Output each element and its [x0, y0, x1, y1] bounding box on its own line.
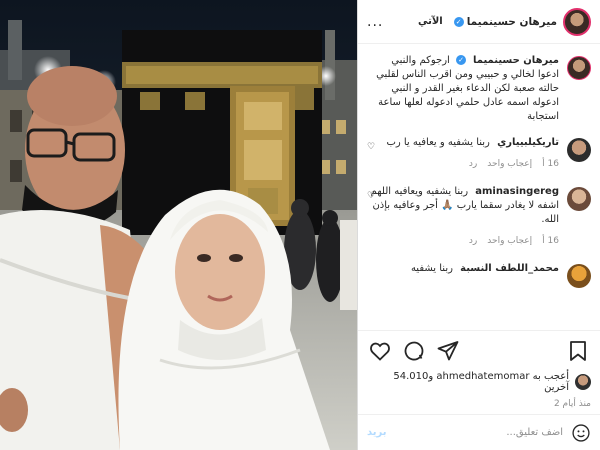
- add-comment-bar: بريد: [358, 414, 600, 450]
- comment-heart-icon[interactable]: ♡: [367, 142, 375, 152]
- comment-text: ربنا يشفيه و يعافيه يا رب: [386, 137, 490, 148]
- liker-avatar: [575, 374, 591, 390]
- comments-list[interactable]: ميرهان حسينميما✓ ارجوكم والنبي ادعوا لخا…: [358, 44, 600, 324]
- caption-row: ميرهان حسينميما✓ ارجوكم والنبي ادعوا لخا…: [367, 54, 591, 124]
- comment-heart-icon[interactable]: ♡: [367, 191, 375, 201]
- emoji-icon[interactable]: [571, 423, 591, 443]
- post-date: منذ أيام 2: [553, 399, 591, 409]
- reply-button[interactable]: رد: [469, 157, 477, 171]
- reply-button[interactable]: رد: [469, 234, 477, 248]
- more-options-icon[interactable]: ...: [367, 14, 383, 30]
- comment-item: تاريكيلبيياري ربنا يشفيه و يعافيه يا رب …: [367, 136, 591, 171]
- post-photo[interactable]: [0, 0, 357, 450]
- comment-likes[interactable]: إعجاب واحد: [487, 157, 532, 171]
- commenter-username[interactable]: محمد_اللطف النسبة: [460, 263, 559, 274]
- comment-input[interactable]: [394, 427, 563, 438]
- author-avatar[interactable]: [563, 7, 591, 36]
- comment-time: 16 أ: [542, 236, 559, 246]
- caption-avatar[interactable]: [567, 56, 591, 80]
- comment-item: محمد_اللطف النسبة ربنا يشفيه: [367, 262, 591, 288]
- comment-icon[interactable]: [402, 339, 426, 363]
- comment-text: ربنا يشفيه: [410, 263, 453, 274]
- comment-time: 16 أ: [542, 159, 559, 169]
- commenter-avatar[interactable]: [567, 187, 591, 211]
- post-side-panel: ميرهان حسينميما ✓ الآتي ... ميرهان حسينم…: [357, 0, 600, 450]
- share-icon[interactable]: [436, 339, 460, 363]
- commenter-avatar[interactable]: [567, 264, 591, 288]
- likes-text[interactable]: أعجب به ahmedhatemomar و54.010 آخرين: [367, 371, 569, 393]
- post-image: [0, 0, 357, 450]
- commenter-username[interactable]: aminasingereg: [475, 185, 559, 199]
- post-header: ميرهان حسينميما ✓ الآتي ...: [358, 0, 600, 44]
- comment-item: aminasingereg ربنا يشفيه ويعافيه اللهم ا…: [367, 185, 591, 248]
- verified-icon: ✓: [453, 16, 464, 27]
- save-bookmark-icon[interactable]: [566, 339, 590, 363]
- commenter-avatar[interactable]: [567, 138, 591, 162]
- author-username[interactable]: ميرهان حسينميما: [467, 16, 557, 28]
- like-heart-icon[interactable]: [368, 339, 392, 363]
- comment-likes[interactable]: إعجاب واحد: [487, 234, 532, 248]
- post-comment-button[interactable]: بريد: [367, 427, 387, 438]
- follow-button[interactable]: الآتي: [418, 16, 443, 27]
- action-icons: [358, 331, 600, 367]
- commenter-username[interactable]: تاريكيلبيياري: [497, 137, 559, 148]
- verified-icon: ✓: [456, 55, 466, 65]
- caption-username[interactable]: ميرهان حسينميما: [473, 55, 559, 66]
- likes-summary[interactable]: أعجب به ahmedhatemomar و54.010 آخرين: [358, 367, 600, 393]
